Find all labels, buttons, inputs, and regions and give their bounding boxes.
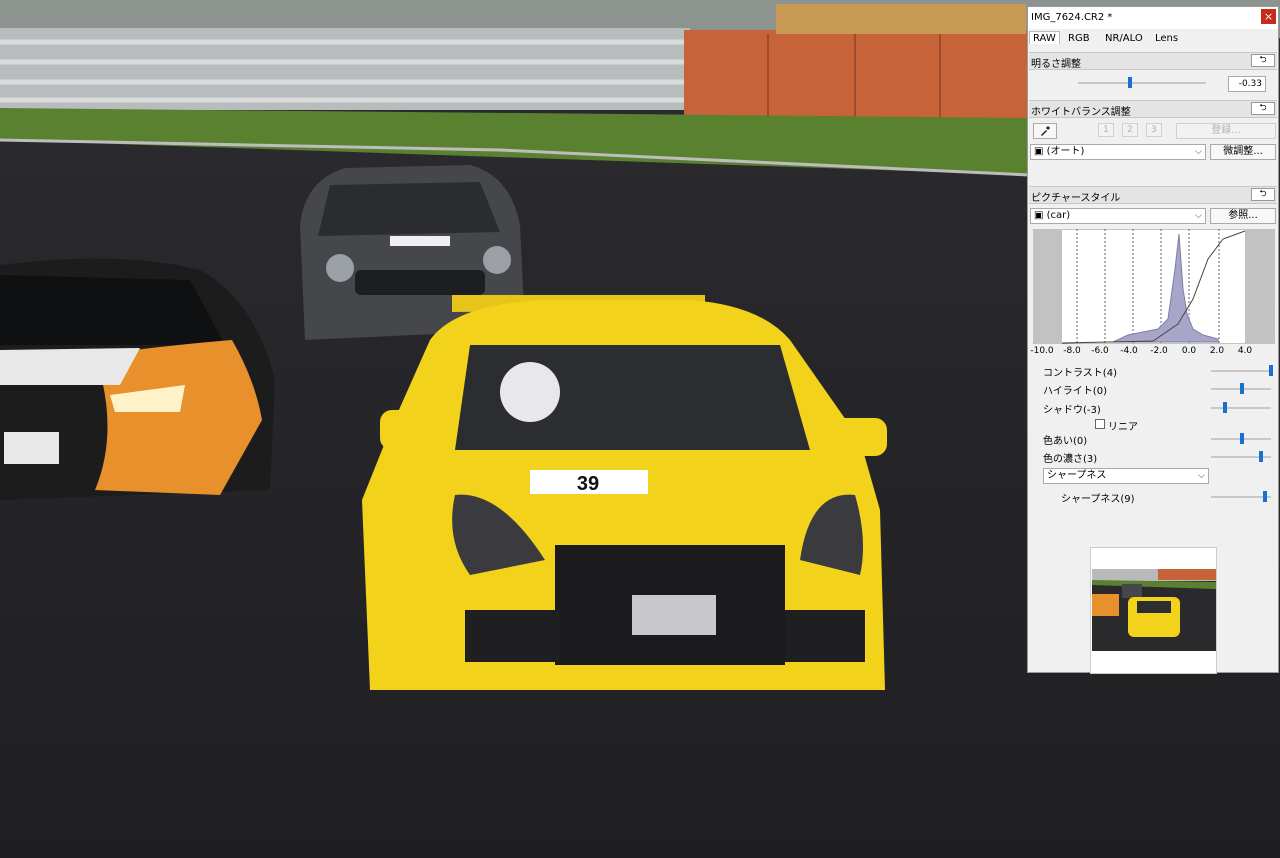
white-balance-select[interactable]: ▣ (オート) ⌵ bbox=[1030, 144, 1206, 160]
white-balance-header-label: ホワイトバランス調整 bbox=[1031, 107, 1131, 118]
navigator-thumbnail[interactable] bbox=[1090, 547, 1217, 674]
picture-style-reset-button[interactable]: ⮌ bbox=[1251, 188, 1275, 201]
shadow-slider-thumb[interactable] bbox=[1222, 402, 1227, 413]
window-title: IMG_7624.CR2 * bbox=[1031, 12, 1113, 23]
tab-rgb[interactable]: RGB bbox=[1065, 33, 1093, 44]
wb-fine-tune-button[interactable]: 微調整... bbox=[1210, 144, 1276, 160]
eyedropper-button[interactable] bbox=[1033, 123, 1057, 139]
brightness-value-input[interactable]: -0.33 bbox=[1228, 76, 1266, 92]
camera-icon: ▣ bbox=[1034, 210, 1044, 221]
brightness-header-label: 明るさ調整 bbox=[1031, 59, 1081, 70]
picture-style-section-header: ピクチャースタイル ⮌ bbox=[1029, 186, 1277, 204]
contrast-label: コントラスト(4) bbox=[1043, 368, 1117, 379]
highlight-slider-thumb[interactable] bbox=[1240, 383, 1244, 394]
contrast-slider-track[interactable] bbox=[1211, 370, 1271, 372]
brightness-slider-thumb[interactable] bbox=[1128, 77, 1133, 88]
tab-lens[interactable]: Lens bbox=[1152, 33, 1181, 44]
linear-checkbox[interactable] bbox=[1095, 419, 1105, 429]
tab-bar: RAW RGB NR/ALO Lens bbox=[1028, 30, 1278, 48]
close-button[interactable]: × bbox=[1261, 9, 1276, 24]
shadow-label: シャドウ(-3) bbox=[1043, 405, 1101, 416]
saturation-slider-thumb[interactable] bbox=[1259, 451, 1264, 462]
svg-text:39: 39 bbox=[577, 473, 599, 495]
picture-style-header-label: ピクチャースタイル bbox=[1031, 193, 1121, 204]
sharpness-label: シャープネス(9) bbox=[1061, 494, 1135, 505]
hist-axis-label: 0.0 bbox=[1181, 346, 1197, 356]
brightness-section-header: 明るさ調整 ⮌ bbox=[1029, 52, 1277, 70]
eyedropper-icon bbox=[1041, 126, 1050, 136]
title-bar[interactable]: IMG_7624.CR2 * × bbox=[1028, 7, 1278, 29]
saturation-label: 色の濃さ(3) bbox=[1043, 454, 1098, 465]
tone-curve-histogram[interactable] bbox=[1033, 229, 1275, 344]
hist-axis-label: 2.0 bbox=[1209, 346, 1225, 356]
chevron-down-icon: ⌵ bbox=[1195, 147, 1202, 157]
contrast-slider-thumb[interactable] bbox=[1269, 365, 1273, 376]
picture-style-browse-button[interactable]: 参照... bbox=[1210, 208, 1276, 224]
hist-axis-label: 4.0 bbox=[1237, 346, 1253, 356]
white-balance-reset-button[interactable]: ⮌ bbox=[1251, 102, 1275, 115]
hist-axis-label: -6.0 bbox=[1091, 346, 1109, 356]
white-balance-section-header: ホワイトバランス調整 ⮌ bbox=[1029, 100, 1277, 118]
highlight-label: ハイライト(0) bbox=[1043, 386, 1107, 397]
hist-axis-label: -4.0 bbox=[1120, 346, 1138, 356]
tool-palette: IMG_7624.CR2 * × RAW RGB NR/ALO Lens 明るさ… bbox=[1027, 6, 1279, 674]
chevron-down-icon: ⌵ bbox=[1198, 471, 1205, 481]
chevron-down-icon: ⌵ bbox=[1195, 211, 1202, 221]
sharpness-mode-select[interactable]: シャープネス ⌵ bbox=[1043, 468, 1209, 484]
linear-label: リニア bbox=[1108, 422, 1138, 433]
sharpness-slider-thumb[interactable] bbox=[1263, 491, 1268, 502]
wb-preset-3-button[interactable]: 3 bbox=[1146, 123, 1162, 137]
sharpness-mode-value: シャープネス bbox=[1047, 470, 1107, 481]
tab-nr-alo[interactable]: NR/ALO bbox=[1102, 33, 1146, 44]
white-balance-value: (オート) bbox=[1046, 146, 1085, 157]
camera-icon: ▣ bbox=[1034, 146, 1044, 157]
wb-register-button[interactable]: 登録... bbox=[1176, 123, 1276, 139]
hist-axis-label: -10.0 bbox=[1030, 346, 1054, 356]
picture-style-select[interactable]: ▣ (car) ⌵ bbox=[1030, 208, 1206, 224]
picture-style-value: (car) bbox=[1046, 210, 1071, 221]
hist-axis-label: -8.0 bbox=[1063, 346, 1081, 356]
thumbnail-image bbox=[1092, 569, 1216, 651]
shadow-slider-track[interactable] bbox=[1211, 407, 1271, 409]
brightness-reset-button[interactable]: ⮌ bbox=[1251, 54, 1275, 67]
wb-preset-2-button[interactable]: 2 bbox=[1122, 123, 1138, 137]
hist-axis-label: -2.0 bbox=[1150, 346, 1168, 356]
wb-preset-1-button[interactable]: 1 bbox=[1098, 123, 1114, 137]
tab-raw[interactable]: RAW bbox=[1029, 31, 1060, 44]
brightness-slider-track[interactable] bbox=[1078, 82, 1206, 84]
color-tone-slider-thumb[interactable] bbox=[1240, 433, 1244, 444]
color-tone-label: 色あい(0) bbox=[1043, 436, 1088, 447]
sharpness-slider-track[interactable] bbox=[1211, 496, 1271, 498]
